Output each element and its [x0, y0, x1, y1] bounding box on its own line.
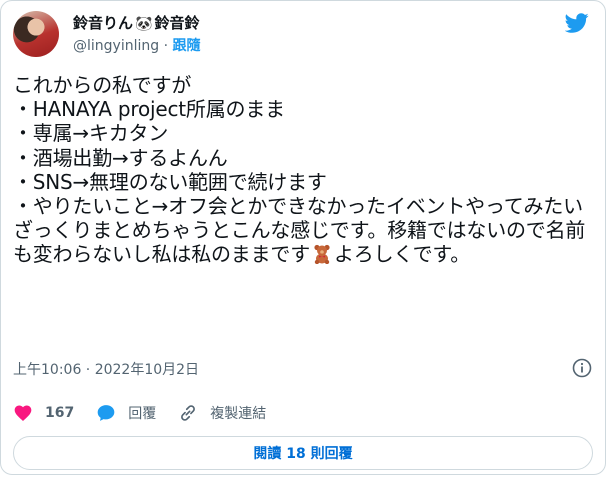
tweet-text: これからの私ですが ・HANAYA project所属のまま ・専属→キカタン …: [13, 73, 598, 267]
timestamp[interactable]: 上午10:06 · 2022年10月2日: [13, 359, 199, 379]
tweet-body-tail: よろしくです。: [334, 242, 470, 267]
display-name-part1: 鈴音りん: [73, 14, 134, 32]
heart-icon: [14, 405, 32, 421]
copy-link-label: 複製連結: [210, 406, 267, 422]
tweet-embed-card: 鈴音りん 🐼 鈴音鈴 @lingyinling · 跟隨 これからの私ですが ・HA…: [0, 0, 606, 475]
likes-count: 167: [45, 405, 75, 421]
like-button[interactable]: 167: [13, 403, 74, 423]
avatar[interactable]: [13, 11, 59, 57]
display-name-part2: 鈴音鈴: [154, 14, 200, 32]
handle-row: @lingyinling · 跟隨: [73, 36, 201, 56]
handle[interactable]: @lingyinling: [73, 38, 159, 54]
info-icon[interactable]: [572, 358, 592, 378]
tweet-body: これからの私ですが ・HANAYA project所属のまま ・専属→キカタン …: [13, 73, 586, 267]
teddy-bear-emoji-icon: [314, 245, 330, 265]
reply-label: 回覆: [128, 406, 157, 422]
separator: ·: [163, 38, 169, 54]
link-icon: [181, 405, 196, 421]
author-info: 鈴音りん 🐼 鈴音鈴 @lingyinling · 跟隨: [73, 14, 201, 56]
reply-button[interactable]: 回覆: [96, 403, 156, 423]
tweet-header: 鈴音りん 🐼 鈴音鈴 @lingyinling · 跟隨: [13, 11, 593, 59]
tweet-actions: 167 回覆 複製連結: [13, 401, 593, 425]
read-replies-button[interactable]: 閱讀 18 則回覆: [13, 436, 593, 470]
copy-link-button[interactable]: 複製連結: [178, 403, 266, 423]
display-name[interactable]: 鈴音りん 🐼 鈴音鈴: [73, 14, 201, 34]
reply-bubble-icon: [97, 405, 115, 421]
twitter-bird-icon[interactable]: [565, 11, 589, 35]
follow-link[interactable]: 跟隨: [173, 38, 201, 54]
panda-emoji-icon: 🐼: [135, 16, 153, 32]
